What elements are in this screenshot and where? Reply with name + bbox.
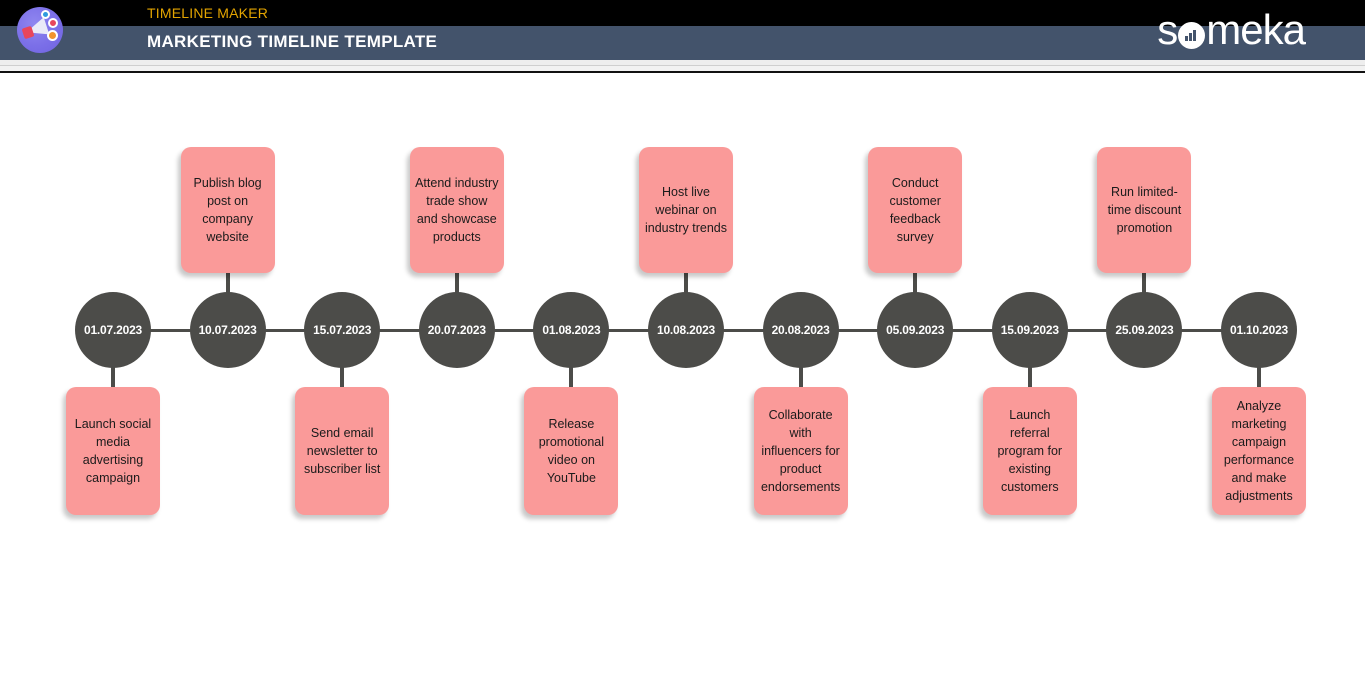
milestone-card[interactable]: Send email newsletter to subscriber list	[295, 387, 390, 515]
timeline-node[interactable]: 10.07.2023	[189, 292, 266, 368]
timeline-node-date: 01.08.2023	[542, 323, 601, 337]
timeline-node-date: 10.08.2023	[656, 323, 716, 337]
brand-text-after: meka	[1206, 6, 1306, 53]
page-title: MARKETING TIMELINE TEMPLATE	[147, 32, 438, 51]
bar-chart-icon	[1178, 21, 1206, 49]
bar-chart-bars	[1185, 29, 1199, 41]
timeline-node-date: 20.08.2023	[771, 323, 830, 337]
timeline-node[interactable]: 01.10.2023	[1221, 292, 1297, 368]
timeline-node-date: 10.07.2023	[198, 323, 257, 337]
milestone-card-text: Analyze marketing campaign performance a…	[1223, 399, 1295, 503]
milestone-card-text: Publish blog post on company website	[193, 176, 262, 244]
app-header: TIMELINE MAKER MARKETING TIMELINE TEMPLA…	[0, 0, 1365, 73]
timeline-canvas: Launch social media advertising campaign…	[0, 73, 1365, 700]
product-eyebrow-label: TIMELINE MAKER	[147, 5, 269, 21]
timeline-connector-line	[720, 329, 767, 332]
milestone-card[interactable]: Release promotional video on YouTube	[524, 387, 619, 515]
milestone-card[interactable]: Launch social media advertising campaign	[66, 387, 160, 515]
someka-brand-logo: s meka	[1157, 6, 1306, 53]
timeline-node-date: 05.09.2023	[886, 323, 945, 337]
milestone-card-text: Launch referral program for existing cus…	[997, 408, 1063, 494]
timeline-node[interactable]: 05.09.2023	[877, 292, 954, 368]
timeline-node[interactable]: 20.08.2023	[762, 292, 839, 368]
milestone-card-text: Host live webinar on industry trends	[645, 185, 727, 235]
timeline-connector-line	[1178, 329, 1225, 332]
timeline-connector-line	[605, 329, 652, 332]
notification-dot-orange-icon	[47, 30, 58, 41]
notification-dot-blue-icon	[41, 10, 50, 19]
milestone-card[interactable]: Conduct customer feedback survey	[868, 147, 963, 273]
milestone-card-text: Release promotional video on YouTube	[538, 417, 605, 485]
timeline-connector-line	[376, 329, 423, 332]
timeline-node[interactable]: 25.09.2023	[1106, 292, 1183, 368]
milestone-card[interactable]: Collaborate with influencers for product…	[753, 387, 848, 515]
milestone-card[interactable]: Run limited-time discount promotion	[1097, 147, 1192, 273]
timeline-node[interactable]: 15.09.2023	[991, 292, 1068, 368]
milestone-card-text: Conduct customer feedback survey	[889, 176, 941, 244]
timeline-node-date: 25.09.2023	[1115, 323, 1174, 337]
milestone-card-text: Collaborate with influencers for product…	[760, 408, 841, 494]
milestone-card-text: Launch social media advertising campaign	[74, 417, 152, 485]
milestone-card-text: Run limited-time discount promotion	[1107, 185, 1182, 235]
timeline-node[interactable]: 15.07.2023	[304, 292, 381, 368]
timeline-connector-line	[834, 329, 882, 332]
megaphone-icon	[17, 7, 63, 53]
timeline-connector-line	[1063, 329, 1111, 332]
timeline-node-date: 01.10.2023	[1229, 323, 1289, 337]
milestone-card[interactable]: Attend industry trade show and showcase …	[409, 147, 504, 273]
timeline-node-date: 20.07.2023	[427, 323, 486, 337]
milestone-card[interactable]: Analyze marketing campaign performance a…	[1212, 387, 1306, 515]
timeline-node[interactable]: 01.07.2023	[75, 292, 151, 368]
timeline-node-date: 15.09.2023	[1000, 323, 1059, 337]
timeline-connector-line	[490, 329, 538, 332]
milestone-card[interactable]: Launch referral program for existing cus…	[982, 387, 1077, 515]
timeline-node[interactable]: 20.07.2023	[418, 292, 495, 368]
timeline-node-date: 01.07.2023	[83, 323, 143, 337]
milestone-card-text: Attend industry trade show and showcase …	[415, 176, 499, 244]
milestone-card-text: Send email newsletter to subscriber list	[303, 426, 381, 476]
milestone-card[interactable]: Publish blog post on company website	[180, 147, 275, 273]
brand-text-before: s	[1157, 6, 1178, 53]
timeline-node[interactable]: 01.08.2023	[533, 292, 610, 368]
milestone-card[interactable]: Host live webinar on industry trends	[639, 147, 733, 273]
timeline-connector-line	[147, 329, 194, 332]
timeline-node[interactable]: 10.08.2023	[648, 292, 724, 368]
notification-dot-red-icon	[48, 18, 58, 28]
timeline-connector-line	[949, 329, 996, 332]
timeline-connector-line	[261, 329, 309, 332]
timeline-node-date: 15.07.2023	[313, 323, 372, 337]
